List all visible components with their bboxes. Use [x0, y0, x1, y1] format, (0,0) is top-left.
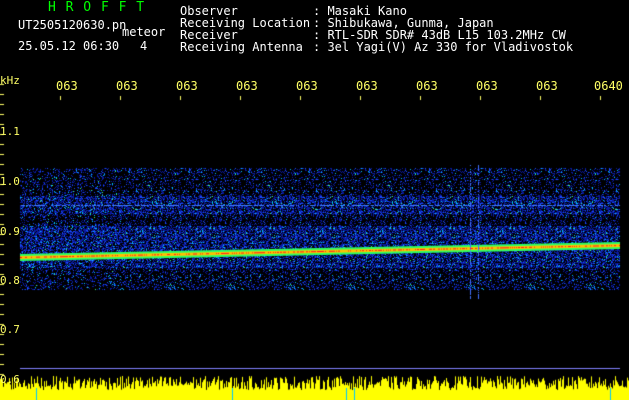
station-name: H R O F F T	[48, 0, 146, 15]
event-tag: meteor	[122, 25, 166, 39]
x-tick: 063	[536, 79, 558, 93]
y-tick: 0.9	[0, 225, 20, 238]
y-tick: 1.1	[0, 125, 20, 138]
x-tick: 063	[56, 79, 78, 93]
spectrogram-canvas	[0, 0, 629, 400]
x-tick: 063	[116, 79, 138, 93]
file-name: UT2505120630.pn	[18, 18, 127, 32]
x-tick: 063	[236, 79, 258, 93]
y-tick: 0.8	[0, 274, 20, 287]
x-tick: 0640	[594, 79, 623, 93]
date-time: 25.05.12 06:30	[18, 39, 120, 53]
antenna-label: Receiving Antenna	[180, 40, 303, 54]
y-tick: 0.6	[0, 373, 20, 386]
x-tick: 063	[296, 79, 318, 93]
y-tick: 1.0	[0, 175, 20, 188]
x-tick: 063	[416, 79, 438, 93]
x-tick: 063	[476, 79, 498, 93]
y-axis-unit: kHz	[0, 74, 20, 87]
event-count: 4	[140, 39, 148, 53]
x-tick: 063	[176, 79, 198, 93]
antenna-value: : 3el Yagi(V) Az 330 for Vladivostok	[313, 40, 574, 54]
x-tick: 063	[356, 79, 378, 93]
y-tick: 0.7	[0, 323, 20, 336]
